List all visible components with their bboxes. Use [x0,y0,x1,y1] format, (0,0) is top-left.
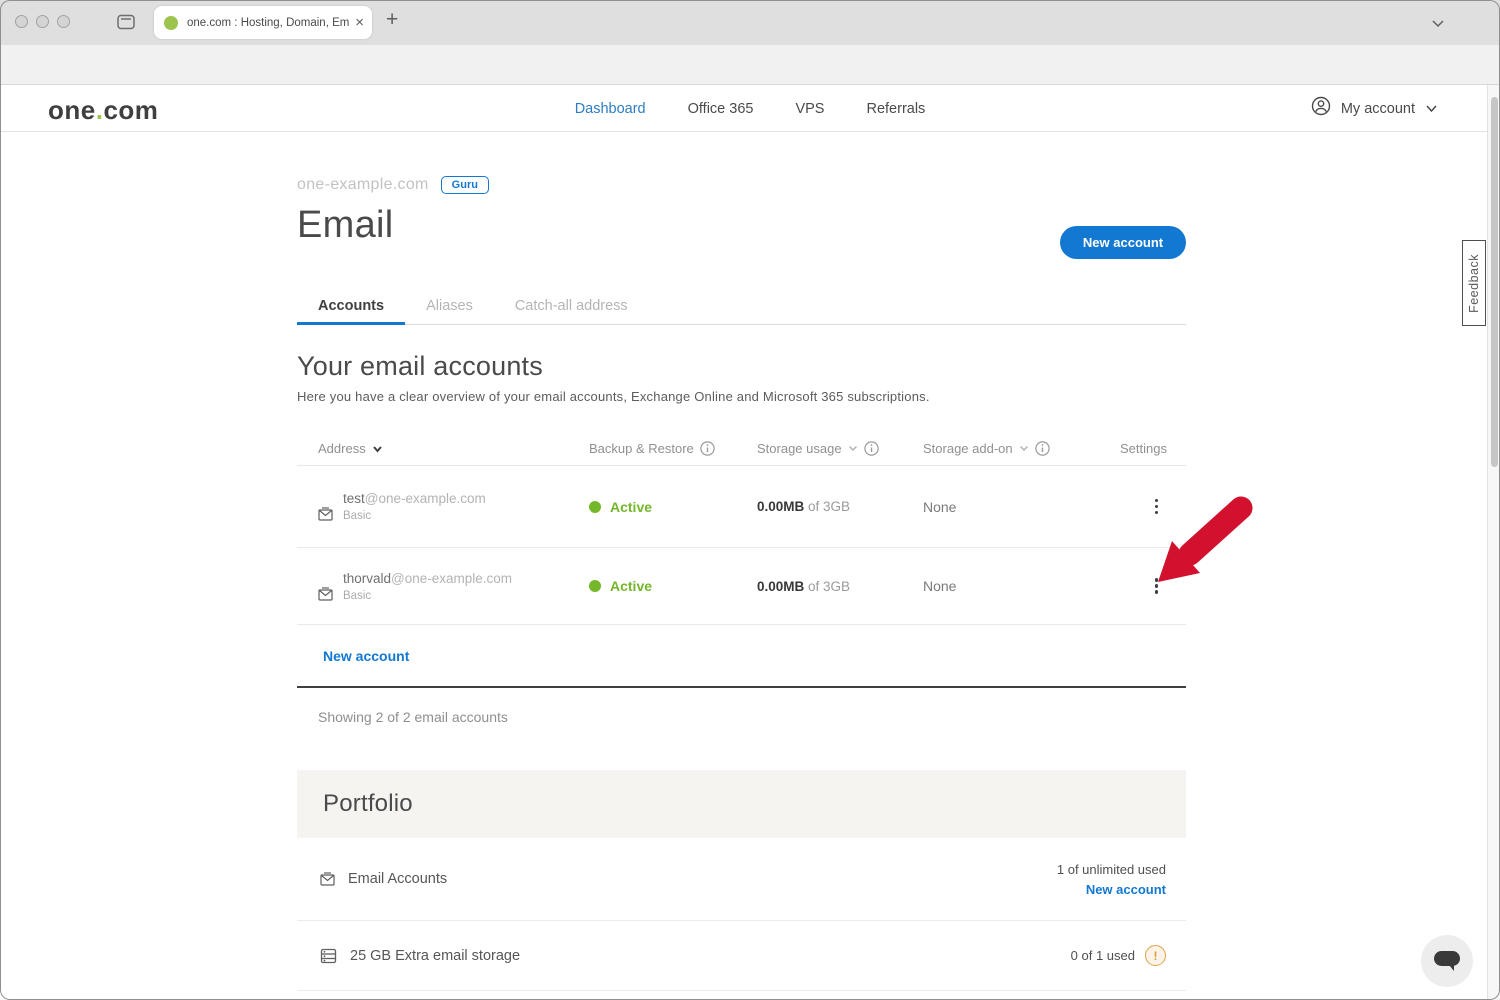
chevron-down-icon [1425,104,1438,113]
nav-referrals[interactable]: Referrals [866,101,925,117]
storage-usage-value: 0.00MB of 3GB [757,579,923,594]
plan-badge: Guru [441,176,489,194]
portfolio-card: Portfolio Email Accounts 1 of unlimited … [297,770,1186,1000]
portfolio-item-label: 25 GB Extra email storage [350,948,520,964]
window-controls[interactable] [15,15,70,28]
column-header-settings: Settings [1120,441,1187,456]
user-avatar-icon [1311,96,1331,121]
tab-title: one.com : Hosting, Domain, Ema [187,17,349,29]
chat-bubble-icon [1433,950,1461,972]
email-accounts-table: Address Backup & Restore Storage usage S… [297,432,1186,688]
storage-icon [320,948,337,964]
storage-addon-value: None [923,578,1120,594]
email-overview-page: one-example.com Guru Email New account A… [297,132,1186,1000]
site-favicon [164,16,178,30]
main-navigation: Dashboard Office 365 VPS Referrals [575,85,926,132]
chat-widget-button[interactable] [1421,935,1473,987]
my-account-menu[interactable]: My account [1311,85,1438,132]
onecom-logo[interactable]: one.com [48,95,158,126]
feedback-tab[interactable]: Feedback [1462,240,1486,326]
table-header-row: Address Backup & Restore Storage usage S… [297,432,1186,466]
page-scrollbar [1487,85,1500,1000]
row-settings-kebab-icon[interactable] [1151,574,1163,598]
storage-addon-value: None [923,499,1120,515]
email-tabs: Accounts Aliases Catch-all address [297,292,1186,325]
scrollbar-thumb[interactable] [1491,97,1498,467]
new-account-link[interactable]: New account [323,648,409,664]
my-account-label: My account [1341,101,1415,117]
browser-window: one.com : Hosting, Domain, Ema × + [0,0,1500,1000]
site-header: one.com Dashboard Office 365 VPS Referra… [0,85,1500,132]
sort-chevron-icon [848,445,858,452]
tab-close-icon[interactable]: × [355,15,364,30]
accounts-summary: Showing 2 of 2 email accounts [318,709,508,725]
table-row: thorvald@one-example.com Basic Active 0.… [297,548,1186,625]
section-description: Here you have a clear overview of your e… [297,389,930,404]
breadcrumb-domain: one-example.com [297,176,429,194]
backup-status: Active [589,499,757,515]
nav-office-365[interactable]: Office 365 [688,101,754,117]
usage-text: 1 of unlimited used [1057,862,1166,877]
email-account-icon [318,587,333,601]
tab-aliases[interactable]: Aliases [405,292,494,324]
column-header-address[interactable]: Address [297,441,589,456]
portfolio-row-extra-storage: 25 GB Extra email storage 0 of 1 used ! [297,921,1186,991]
portfolio-title: Portfolio [323,790,413,818]
close-window-button[interactable] [15,15,28,28]
info-icon [864,441,879,456]
tab-catch-all-address[interactable]: Catch-all address [494,292,649,324]
email-address: thorvald@one-example.com [343,571,512,586]
usage-text: 0 of 1 used [1071,948,1135,963]
new-account-button[interactable]: New account [1060,226,1186,259]
tab-accounts[interactable]: Accounts [297,292,405,324]
warning-icon[interactable]: ! [1145,945,1166,966]
page-title: Email [297,204,394,247]
nav-dashboard[interactable]: Dashboard [575,101,646,117]
status-dot-icon [589,501,601,513]
row-settings-kebab-icon[interactable] [1151,495,1163,519]
new-tab-button[interactable]: + [386,8,398,32]
column-header-backup[interactable]: Backup & Restore [589,441,757,456]
portfolio-row-email-accounts: Email Accounts 1 of unlimited used New a… [297,838,1186,921]
email-account-icon [320,872,335,886]
email-account-icon [318,507,333,521]
plan-label: Basic [343,510,486,522]
browser-tab[interactable]: one.com : Hosting, Domain, Ema × [154,6,372,39]
email-address: test@one-example.com [343,491,486,506]
column-header-storage-addon[interactable]: Storage add-on [923,441,1120,456]
info-icon [1035,441,1050,456]
portfolio-new-account-link[interactable]: New account [1057,882,1166,897]
status-dot-icon [589,580,601,592]
feedback-label: Feedback [1467,254,1481,313]
table-row: test@one-example.com Basic Active 0.00MB… [297,466,1186,548]
storage-usage-value: 0.00MB of 3GB [757,499,923,514]
zoom-window-button[interactable] [57,15,70,28]
info-icon [700,441,715,456]
tab-list-chevron-icon[interactable] [1430,16,1446,34]
section-title: Your email accounts [297,351,543,382]
minimize-window-button[interactable] [36,15,49,28]
tab-overview-icon[interactable] [117,14,135,35]
sort-chevron-icon [372,445,383,453]
backup-status: Active [589,578,757,594]
sort-chevron-icon [1019,445,1029,452]
column-header-storage-usage[interactable]: Storage usage [757,441,923,456]
plan-label: Basic [343,590,512,602]
nav-vps[interactable]: VPS [795,101,824,117]
portfolio-item-label: Email Accounts [348,871,447,887]
tab-bar: one.com : Hosting, Domain, Ema × + [0,0,1500,45]
browser-toolbar: https://www.one.com/admin/mail/overview.… [0,45,1500,85]
